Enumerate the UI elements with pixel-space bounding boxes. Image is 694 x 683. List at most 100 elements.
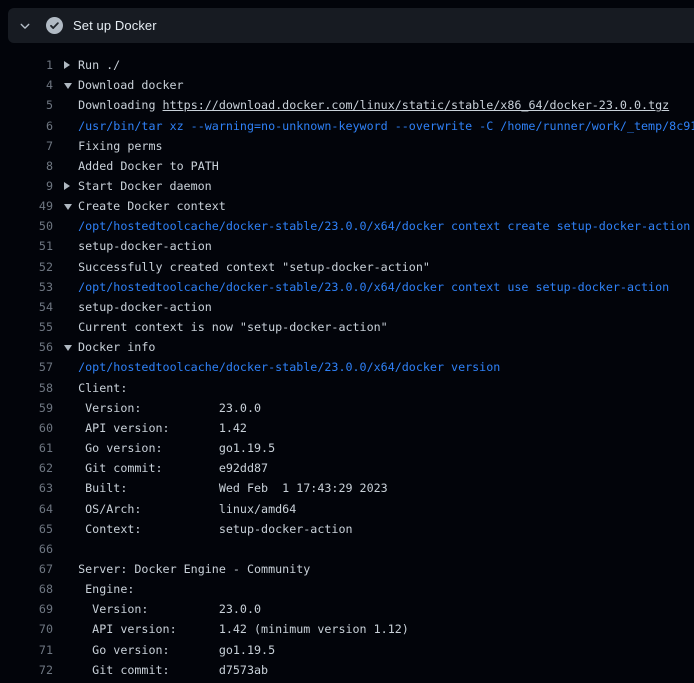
- triangle-right-icon[interactable]: [64, 182, 70, 190]
- group-label: Docker info: [78, 340, 155, 354]
- line-number[interactable]: 63: [0, 481, 53, 495]
- line-number[interactable]: 62: [0, 461, 53, 475]
- line-number[interactable]: 50: [0, 219, 53, 233]
- line-number[interactable]: 53: [0, 280, 53, 294]
- log-console: 1Run ./4Download docker5Downloading http…: [0, 43, 694, 680]
- log-text: OS/Arch: linux/amd64: [64, 502, 296, 516]
- log-text-content: Go version: go1.19.5: [64, 441, 275, 455]
- log-text-content: Built: Wed Feb 1 17:43:29 2023: [64, 481, 388, 495]
- triangle-down-icon[interactable]: [64, 204, 72, 210]
- log-text-content: Client:: [64, 381, 127, 395]
- log-line: 52 Successfully created context "setup-do…: [0, 257, 694, 277]
- triangle-down-icon[interactable]: [64, 345, 72, 351]
- log-line: 51 setup-docker-action: [0, 236, 694, 256]
- log-text-content: /usr/bin/tar xz --warning=no-unknown-key…: [64, 119, 694, 133]
- log-group-toggle[interactable]: Run ./: [64, 58, 120, 72]
- line-number[interactable]: 6: [0, 119, 53, 133]
- log-text-content: API version: 1.42 (minimum version 1.12): [64, 622, 409, 636]
- line-number[interactable]: 71: [0, 643, 53, 657]
- group-label: Start Docker daemon: [78, 179, 212, 193]
- line-number[interactable]: 64: [0, 502, 53, 516]
- log-text: Engine:: [64, 582, 134, 596]
- log-line: 65 Context: setup-docker-action: [0, 519, 694, 539]
- log-line: 54 setup-docker-action: [0, 297, 694, 317]
- log-text: Successfully created context "setup-dock…: [64, 260, 430, 274]
- log-text-content: Version: 23.0.0: [64, 401, 261, 415]
- log-line: 67 Server: Docker Engine - Community: [0, 559, 694, 579]
- log-text-content: Added Docker to PATH: [64, 159, 219, 173]
- log-line: 9 Start Docker daemon: [0, 176, 694, 196]
- line-number[interactable]: 59: [0, 401, 53, 415]
- log-command-text: /opt/hostedtoolcache/docker-stable/23.0.…: [64, 360, 500, 374]
- step-header[interactable]: Set up Docker: [8, 8, 694, 43]
- line-number[interactable]: 49: [0, 199, 53, 213]
- log-group-toggle[interactable]: Start Docker daemon: [64, 179, 212, 193]
- line-number[interactable]: 52: [0, 260, 53, 274]
- log-line: 8 Added Docker to PATH: [0, 156, 694, 176]
- log-line: 69 Version: 23.0.0: [0, 599, 694, 619]
- log-text: setup-docker-action: [64, 300, 212, 314]
- group-label: Download docker: [78, 78, 184, 92]
- log-line: 61 Go version: go1.19.5: [0, 438, 694, 458]
- triangle-down-icon[interactable]: [64, 83, 72, 89]
- line-number[interactable]: 69: [0, 602, 53, 616]
- line-number[interactable]: 66: [0, 542, 53, 556]
- download-url-link[interactable]: https://download.docker.com/linux/static…: [163, 98, 670, 112]
- log-command-text: /opt/hostedtoolcache/docker-stable/23.0.…: [64, 280, 669, 294]
- log-text: setup-docker-action: [64, 239, 212, 253]
- line-number[interactable]: 1: [0, 58, 53, 72]
- line-number[interactable]: 68: [0, 582, 53, 596]
- log-line: 62 Git commit: e92dd87: [0, 458, 694, 478]
- line-number[interactable]: 57: [0, 360, 53, 374]
- line-number[interactable]: 60: [0, 421, 53, 435]
- line-number[interactable]: 7: [0, 139, 53, 153]
- line-number[interactable]: 70: [0, 622, 53, 636]
- log-line: 58 Client:: [0, 378, 694, 398]
- log-text: Go version: go1.19.5: [64, 643, 275, 657]
- line-number[interactable]: 56: [0, 340, 53, 354]
- log-text-content: Engine:: [64, 582, 134, 596]
- log-text: Version: 23.0.0: [64, 401, 261, 415]
- log-text-content: Server: Docker Engine - Community: [64, 562, 310, 576]
- chevron-down-icon[interactable]: [19, 20, 31, 32]
- log-text: Version: 23.0.0: [64, 602, 261, 616]
- log-line: 60 API version: 1.42: [0, 418, 694, 438]
- log-line: 49 Create Docker context: [0, 196, 694, 216]
- log-group-toggle[interactable]: Docker info: [64, 340, 155, 354]
- group-label: Create Docker context: [78, 199, 226, 213]
- line-number[interactable]: 9: [0, 179, 53, 193]
- log-line: 7Fixing perms: [0, 136, 694, 156]
- log-line: 57/opt/hostedtoolcache/docker-stable/23.…: [0, 357, 694, 377]
- line-number[interactable]: 72: [0, 663, 53, 677]
- triangle-right-icon[interactable]: [64, 61, 70, 69]
- line-number[interactable]: 51: [0, 239, 53, 253]
- log-line: 72 Git commit: d7573ab: [0, 660, 694, 680]
- log-line: 1 Run ./: [0, 55, 694, 75]
- line-number[interactable]: 8: [0, 159, 53, 173]
- line-number[interactable]: 55: [0, 320, 53, 334]
- log-text-content: setup-docker-action: [64, 300, 212, 314]
- check-circle-icon: [46, 17, 63, 34]
- log-text-content: Current context is now "setup-docker-act…: [64, 320, 388, 334]
- line-number[interactable]: 5: [0, 98, 53, 112]
- log-text-content: Context: setup-docker-action: [64, 522, 353, 536]
- log-text: Go version: go1.19.5: [64, 441, 275, 455]
- log-text: Current context is now "setup-docker-act…: [64, 320, 388, 334]
- line-number[interactable]: 67: [0, 562, 53, 576]
- log-text-content: /opt/hostedtoolcache/docker-stable/23.0.…: [64, 280, 669, 294]
- log-group-toggle[interactable]: Download docker: [64, 78, 184, 92]
- log-line: 63 Built: Wed Feb 1 17:43:29 2023: [0, 478, 694, 498]
- log-text: Server: Docker Engine - Community: [64, 562, 310, 576]
- line-number[interactable]: 65: [0, 522, 53, 536]
- log-text: API version: 1.42: [64, 421, 247, 435]
- log-text: Git commit: e92dd87: [64, 461, 268, 475]
- log-group-toggle[interactable]: Create Docker context: [64, 199, 226, 213]
- log-text-content: /opt/hostedtoolcache/docker-stable/23.0.…: [64, 219, 690, 233]
- log-text-content: Successfully created context "setup-dock…: [64, 260, 430, 274]
- line-number[interactable]: 61: [0, 441, 53, 455]
- log-line: 66: [0, 539, 694, 559]
- line-number[interactable]: 4: [0, 78, 53, 92]
- log-text: Added Docker to PATH: [64, 159, 219, 173]
- line-number[interactable]: 54: [0, 300, 53, 314]
- line-number[interactable]: 58: [0, 381, 53, 395]
